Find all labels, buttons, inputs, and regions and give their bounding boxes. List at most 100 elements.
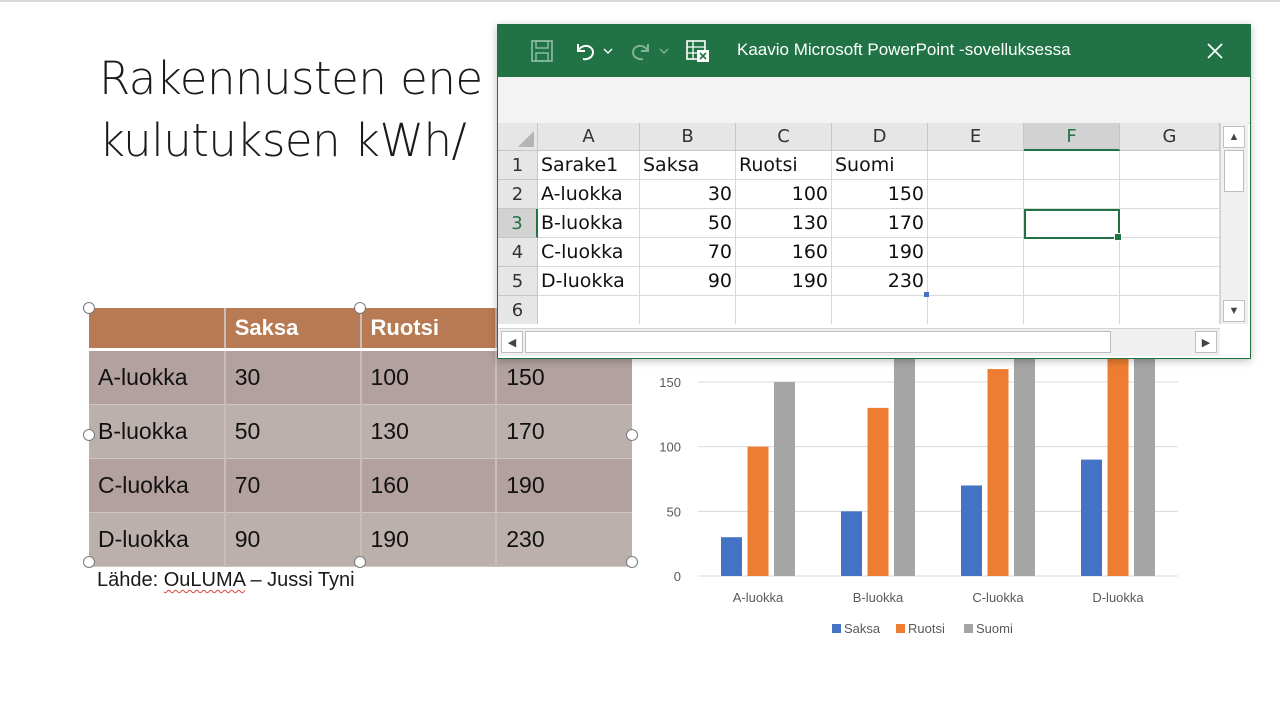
row-header[interactable]: 2 [498, 180, 538, 209]
spreadsheet-cell[interactable]: Ruotsi [736, 151, 832, 180]
bar-chart[interactable]: 0 50 100 150 A-luokka B-luokka C-luokka D-luokk… [640, 340, 1200, 660]
table-cell[interactable]: D-luokka [89, 512, 226, 567]
edit-data-in-excel-icon[interactable] [683, 37, 713, 65]
scroll-up-button[interactable]: ▲ [1223, 126, 1245, 148]
column-header[interactable]: G [1120, 123, 1220, 151]
spreadsheet-cell[interactable]: A-luokka [538, 180, 640, 209]
spreadsheet-cell[interactable]: Saksa [640, 151, 736, 180]
spreadsheet-cell[interactable]: Sarake1 [538, 151, 640, 180]
close-icon[interactable] [1201, 37, 1229, 65]
spreadsheet-cell[interactable] [1024, 238, 1120, 267]
spreadsheet-cell[interactable]: 230 [832, 267, 928, 296]
row-header[interactable]: 4 [498, 238, 538, 267]
spreadsheet-cell[interactable] [1120, 238, 1220, 267]
horizontal-scroll-thumb[interactable] [525, 331, 1111, 353]
source-text[interactable]: Lähde: OuLUMA – Jussi Tyni [97, 569, 355, 592]
resize-handle-left[interactable] [83, 429, 95, 441]
table-cell[interactable]: 30 [224, 349, 362, 405]
table-cell[interactable]: 230 [496, 512, 632, 567]
table-cell[interactable]: 50 [224, 404, 362, 459]
spreadsheet-cell[interactable]: 90 [640, 267, 736, 296]
spreadsheet-cell[interactable]: Suomi [832, 151, 928, 180]
spreadsheet-cell[interactable] [1024, 267, 1120, 296]
resize-handle-right[interactable] [626, 429, 638, 441]
resize-handle-top[interactable] [354, 302, 366, 314]
table-cell[interactable]: 190 [360, 512, 498, 567]
undo-dropdown-chevron-icon[interactable] [601, 37, 615, 65]
spreadsheet-cell[interactable] [736, 296, 832, 324]
resize-handle-bottom[interactable] [354, 556, 366, 568]
spreadsheet-cell[interactable]: B-luokka [538, 209, 640, 238]
data-range-handle[interactable] [924, 292, 929, 297]
table-cell[interactable]: 100 [360, 349, 498, 405]
spreadsheet-cell[interactable] [1120, 296, 1220, 324]
column-header[interactable]: B [640, 123, 736, 151]
table-cell[interactable]: 70 [224, 458, 362, 513]
column-header[interactable]: E [928, 123, 1024, 151]
spreadsheet-cell[interactable] [928, 209, 1024, 238]
spreadsheet-cell[interactable]: 190 [736, 267, 832, 296]
spreadsheet-cell[interactable] [1024, 151, 1120, 180]
table-cell[interactable]: A-luokka [89, 349, 226, 405]
row-header[interactable]: 6 [498, 296, 538, 324]
spreadsheet-cell[interactable]: 190 [832, 238, 928, 267]
resize-handle-top-left[interactable] [83, 302, 95, 314]
x-category-label: C-luokka [972, 590, 1024, 605]
spreadsheet-cell[interactable] [1024, 296, 1120, 324]
resize-handle-bottom-right[interactable] [626, 556, 638, 568]
spreadsheet-cell[interactable]: 50 [640, 209, 736, 238]
spreadsheet-cell[interactable] [928, 296, 1024, 324]
spreadsheet-cell[interactable]: 150 [832, 180, 928, 209]
scroll-left-button[interactable]: ◀ [501, 331, 523, 353]
excel-chart-data-window[interactable]: Kaavio Microsoft PowerPoint -sovellukses… [497, 24, 1251, 359]
spreadsheet-cell[interactable] [1120, 209, 1220, 238]
redo-icon[interactable] [626, 37, 656, 65]
save-icon[interactable] [528, 37, 556, 65]
column-header[interactable]: A [538, 123, 640, 151]
table-cell[interactable]: 130 [360, 404, 498, 459]
scroll-right-button[interactable]: ▶ [1195, 331, 1217, 353]
table-cell[interactable]: B-luokka [89, 404, 226, 459]
spreadsheet-cell[interactable] [928, 151, 1024, 180]
spreadsheet-cell[interactable] [538, 296, 640, 324]
horizontal-scrollbar[interactable]: ◀ ▶ [498, 328, 1220, 356]
spreadsheet-cell[interactable]: 170 [832, 209, 928, 238]
redo-dropdown-chevron-icon[interactable] [657, 37, 671, 65]
spreadsheet-cell[interactable] [1120, 180, 1220, 209]
row-header[interactable]: 5 [498, 267, 538, 296]
spreadsheet-cell[interactable] [1120, 267, 1220, 296]
column-header[interactable]: C [736, 123, 832, 151]
spreadsheet-grid[interactable]: A B C D E F G 1 Sarake1 Saksa Ruotsi Suomi 2 A-luokka… [498, 123, 1220, 324]
spreadsheet-cell[interactable] [832, 296, 928, 324]
table-cell[interactable]: 160 [360, 458, 498, 513]
spreadsheet-cell[interactable]: 100 [736, 180, 832, 209]
table-cell[interactable]: 170 [496, 404, 632, 459]
slide-title[interactable]: Rakennusten ene kulutuksen kWh/ [99, 48, 483, 172]
spreadsheet-cell[interactable]: C-luokka [538, 238, 640, 267]
row-header[interactable]: 3 [498, 209, 538, 238]
spreadsheet-cell[interactable] [928, 180, 1024, 209]
select-all-corner[interactable] [498, 123, 538, 151]
table-cell[interactable]: 190 [496, 458, 632, 513]
spreadsheet-cell[interactable] [928, 238, 1024, 267]
spreadsheet-cell[interactable]: D-luokka [538, 267, 640, 296]
spreadsheet-cell[interactable]: 160 [736, 238, 832, 267]
table-row: 2 A-luokka 30 100 150 [498, 180, 1220, 209]
resize-handle-bottom-left[interactable] [83, 556, 95, 568]
spreadsheet-cell[interactable] [1120, 151, 1220, 180]
table-cell[interactable]: 90 [224, 512, 362, 567]
spreadsheet-cell[interactable]: 70 [640, 238, 736, 267]
column-header[interactable]: F [1024, 123, 1120, 151]
spreadsheet-cell[interactable]: 30 [640, 180, 736, 209]
scroll-down-button[interactable]: ▼ [1223, 300, 1245, 322]
spreadsheet-cell[interactable] [928, 267, 1024, 296]
spreadsheet-cell[interactable]: 130 [736, 209, 832, 238]
vertical-scrollbar[interactable]: ▲ ▼ [1220, 123, 1248, 324]
table-cell[interactable]: C-luokka [89, 458, 226, 513]
spreadsheet-cell[interactable] [1024, 180, 1120, 209]
row-header[interactable]: 1 [498, 151, 538, 180]
spreadsheet-cell[interactable] [640, 296, 736, 324]
column-header[interactable]: D [832, 123, 928, 151]
vertical-scroll-thumb[interactable] [1224, 150, 1244, 192]
undo-icon[interactable] [570, 37, 600, 65]
